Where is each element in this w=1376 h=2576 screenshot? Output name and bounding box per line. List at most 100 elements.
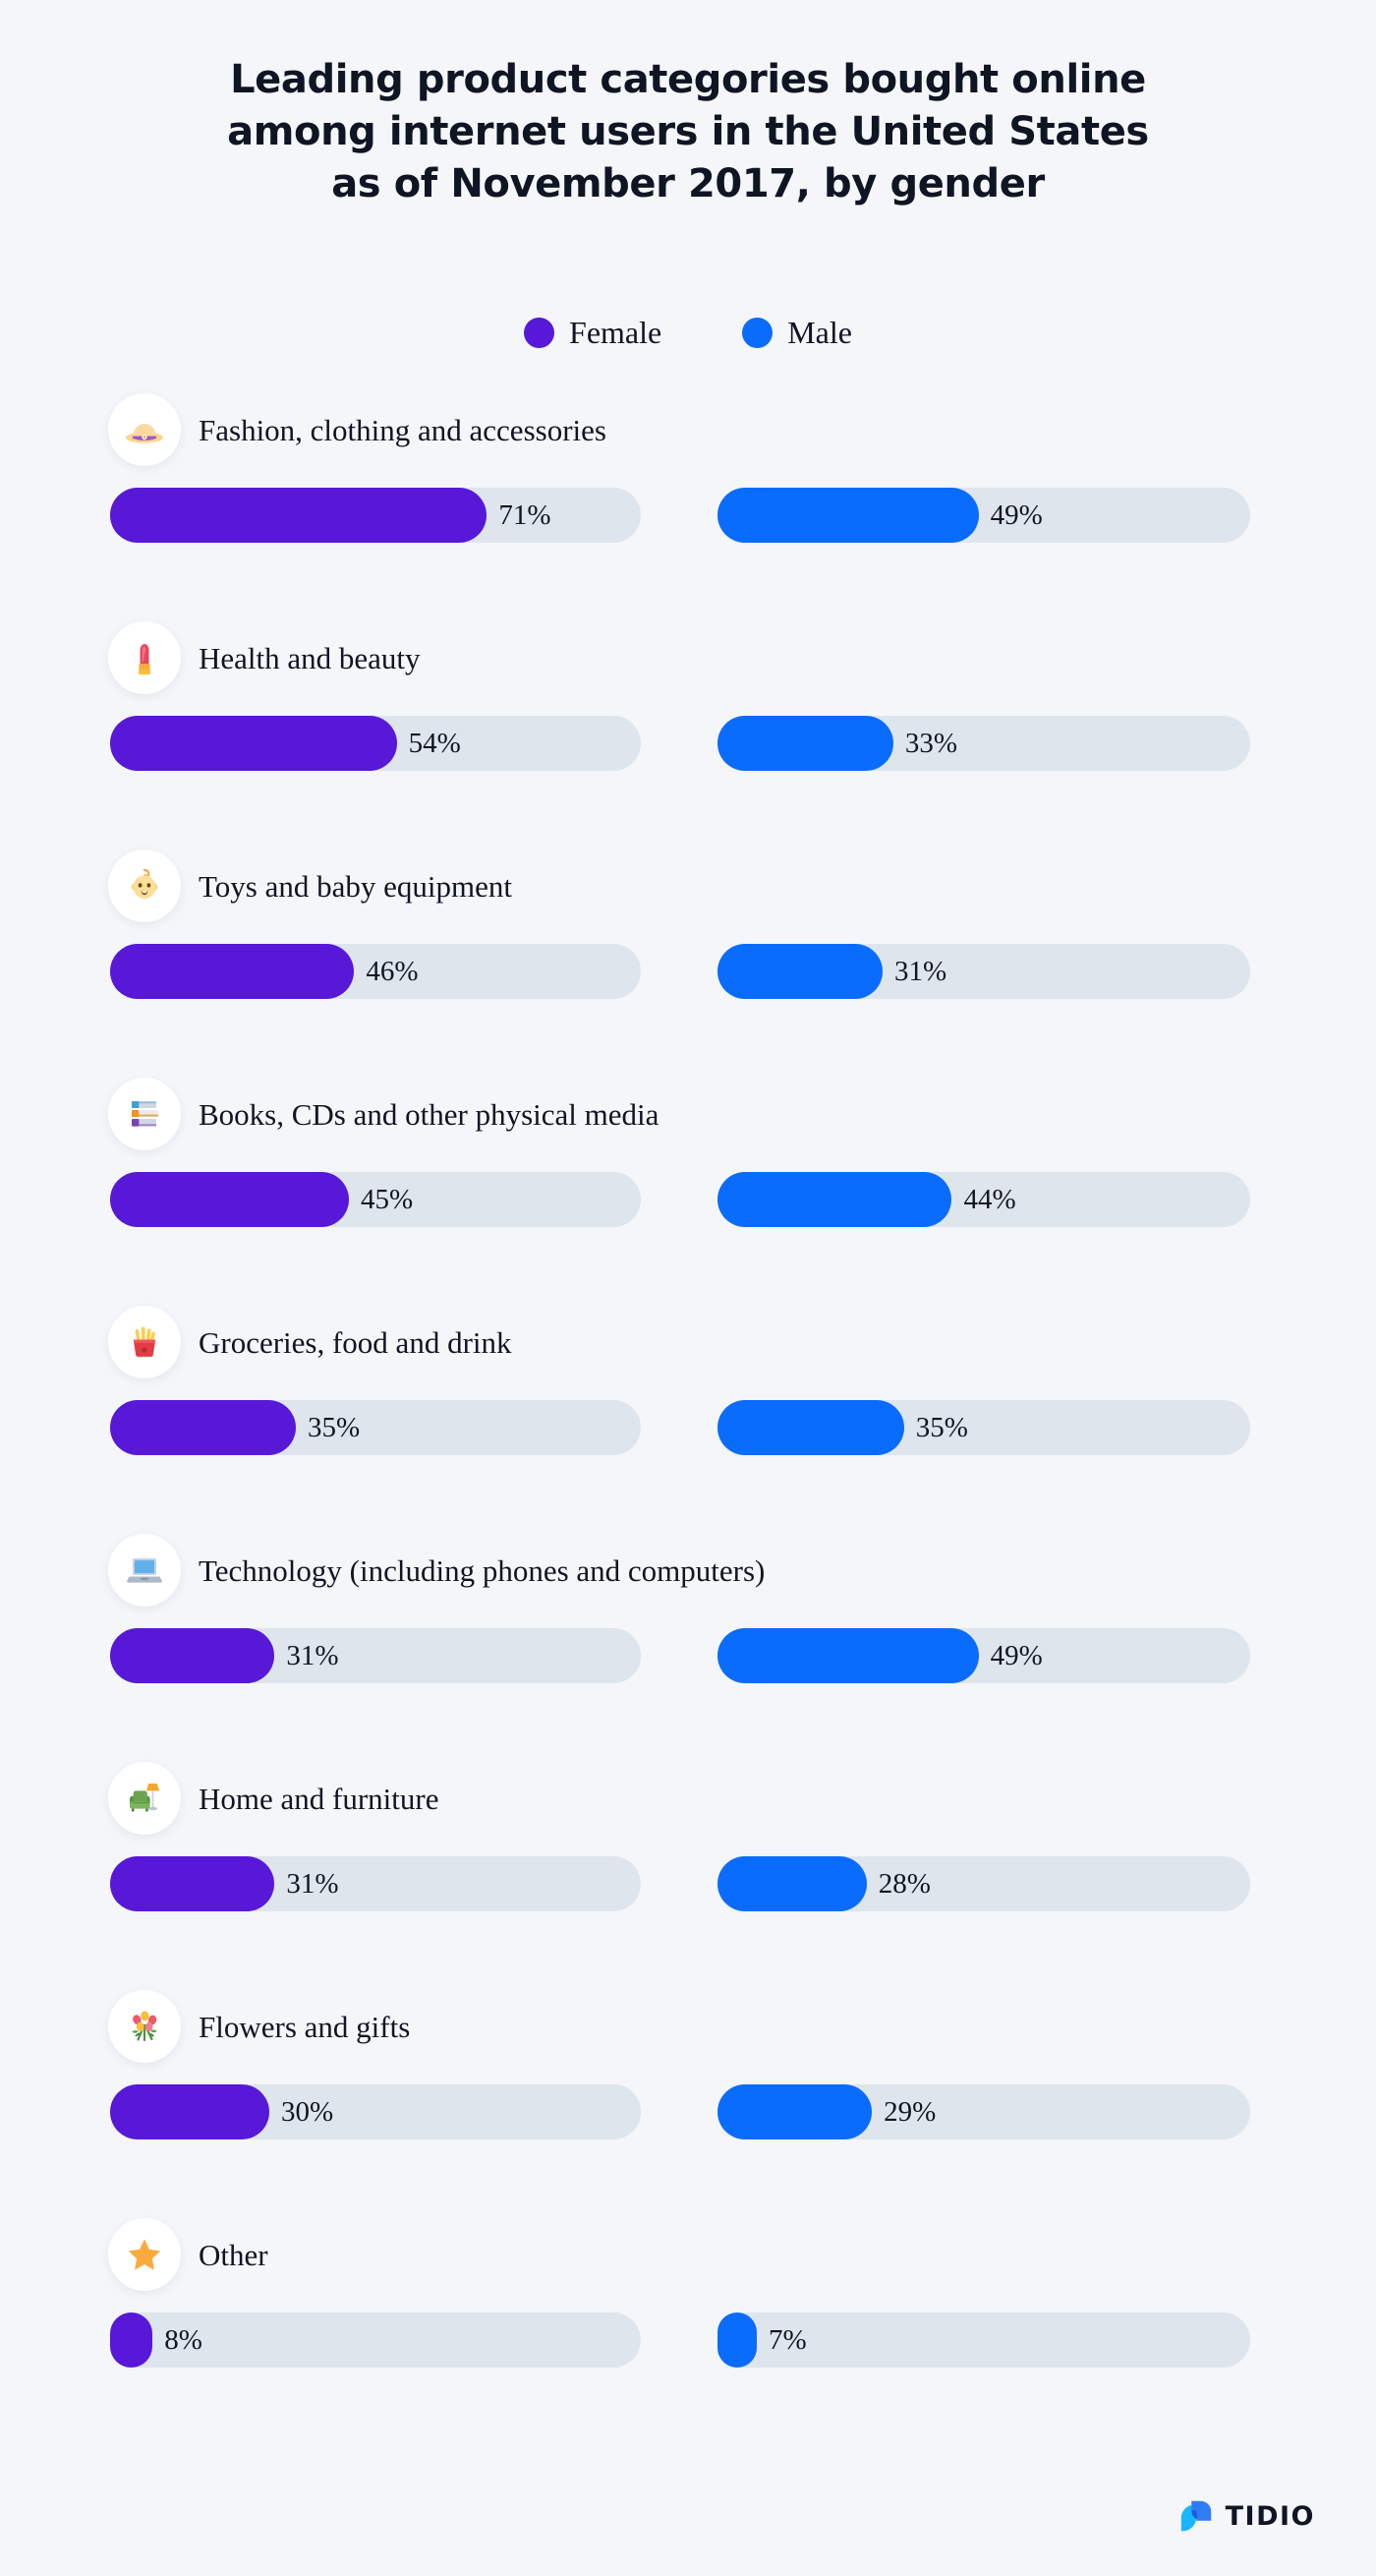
- bar-group: 8% 7%: [0, 2313, 1376, 2368]
- category-header: Home and furniture: [108, 1762, 438, 1835]
- baby-icon: [108, 849, 181, 922]
- female-bar-track: 71%: [110, 488, 641, 543]
- bar-group: 45% 44%: [0, 1172, 1376, 1227]
- male-bar-fill: [717, 1172, 952, 1227]
- male-bar-track: 33%: [717, 716, 1250, 771]
- category-row: Technology (including phones and compute…: [0, 1534, 1376, 1762]
- bouquet-icon: [108, 1990, 181, 2063]
- female-bar-fill: [110, 716, 397, 771]
- category-row: Books, CDs and other physical media 45% 44…: [0, 1078, 1376, 1306]
- infographic-canvas: Leading product categories bought online…: [0, 0, 1376, 2576]
- category-label: Toys and baby equipment: [199, 868, 512, 904]
- female-bar-value: 35%: [308, 1411, 361, 1443]
- female-bar-track: 45%: [110, 1172, 641, 1227]
- male-bar-fill: [717, 944, 884, 999]
- female-bar-fill: [110, 1400, 296, 1455]
- title-line-2: among internet users in the United State…: [227, 109, 1149, 155]
- male-bar-fill: [717, 1400, 904, 1455]
- female-bar-value: 45%: [361, 1183, 414, 1215]
- male-bar-track: 29%: [717, 2084, 1250, 2139]
- category-header: Flowers and gifts: [108, 1990, 410, 2063]
- male-bar-fill: [717, 1856, 867, 1911]
- female-bar-value: 71%: [498, 498, 551, 531]
- male-bar-value: 49%: [990, 498, 1043, 531]
- category-label: Flowers and gifts: [199, 2009, 411, 2044]
- bar-group: 54% 33%: [0, 716, 1376, 771]
- female-bar-fill: [110, 944, 355, 999]
- legend-label-female: Female: [569, 315, 662, 350]
- category-row: Fashion, clothing and accessories 71% 49%: [0, 393, 1376, 621]
- category-row: Groceries, food and drink 35% 35%: [0, 1306, 1376, 1534]
- category-header: Health and beauty: [108, 621, 421, 694]
- tidio-logo: TIDIO: [1177, 2497, 1315, 2535]
- bar-group: 46% 31%: [0, 944, 1376, 999]
- male-bar-value: 7%: [769, 2323, 807, 2356]
- female-bar-value: 31%: [286, 1639, 339, 1671]
- title-line-1: Leading product categories bought online: [230, 57, 1146, 102]
- bar-group: 30% 29%: [0, 2084, 1376, 2139]
- female-bar-fill: [110, 1856, 275, 1911]
- category-label: Groceries, food and drink: [199, 1324, 512, 1360]
- male-bar-track: 31%: [717, 944, 1250, 999]
- female-bar-track: 30%: [110, 2084, 641, 2139]
- legend-label-male: Male: [787, 315, 852, 350]
- category-header: Toys and baby equipment: [108, 849, 512, 922]
- female-bar-fill: [110, 1628, 275, 1683]
- male-bar-fill: [717, 488, 979, 543]
- category-row: Health and beauty 54% 33%: [0, 621, 1376, 849]
- category-header: Technology (including phones and compute…: [108, 1534, 765, 1607]
- category-header: Books, CDs and other physical media: [108, 1078, 659, 1150]
- male-bar-value: 28%: [878, 1867, 931, 1900]
- category-row: Toys and baby equipment 46% 31%: [0, 849, 1376, 1078]
- tidio-mark-icon: [1180, 2500, 1211, 2532]
- female-bar-fill: [110, 2084, 269, 2139]
- male-bar-fill: [717, 1628, 979, 1683]
- category-label: Health and beauty: [199, 640, 421, 675]
- female-bar-track: 31%: [110, 1628, 641, 1683]
- tidio-wordmark: TIDIO: [1225, 2500, 1315, 2532]
- category-row: Other 8% 7%: [0, 2218, 1376, 2415]
- male-bar-value: 29%: [884, 2095, 937, 2128]
- female-bar-value: 54%: [408, 727, 461, 759]
- title-line-3: as of November 2017, by gender: [331, 161, 1045, 207]
- category-label: Home and furniture: [199, 1781, 439, 1816]
- category-header: Other: [108, 2218, 268, 2291]
- female-bar-track: 35%: [110, 1400, 641, 1455]
- legend-item-female: Female: [524, 317, 661, 348]
- female-bar-fill: [110, 1172, 349, 1227]
- female-bar-fill: [110, 488, 487, 543]
- french-fries-icon: [108, 1306, 181, 1378]
- bar-group: 31% 28%: [0, 1856, 1376, 1911]
- male-bar-track: 44%: [717, 1172, 1250, 1227]
- category-label: Books, CDs and other physical media: [199, 1096, 659, 1132]
- circle-icon: [524, 317, 555, 348]
- male-bar-track: 28%: [717, 1856, 1250, 1911]
- legend-item-male: Male: [742, 317, 852, 348]
- category-row: Flowers and gifts 30% 29%: [0, 1990, 1376, 2218]
- male-bar-track: 35%: [717, 1400, 1250, 1455]
- sun-hat-icon: [108, 393, 181, 466]
- category-label: Technology (including phones and compute…: [199, 1552, 766, 1588]
- category-header: Fashion, clothing and accessories: [108, 393, 606, 466]
- couch-lamp-icon: [108, 1762, 181, 1835]
- page-title: Leading product categories bought online…: [0, 54, 1376, 211]
- bar-group: 31% 49%: [0, 1628, 1376, 1683]
- male-bar-fill: [717, 716, 893, 771]
- male-bar-track: 49%: [717, 1628, 1250, 1683]
- male-bar-value: 35%: [915, 1411, 968, 1443]
- bar-group: 71% 49%: [0, 488, 1376, 543]
- chart-legend: Female Male: [0, 317, 1376, 348]
- female-bar-track: 46%: [110, 944, 641, 999]
- books-icon: [108, 1078, 181, 1150]
- female-bar-track: 54%: [110, 716, 641, 771]
- female-bar-value: 8%: [164, 2323, 202, 2356]
- category-row: Home and furniture 31% 28%: [0, 1762, 1376, 1990]
- star-icon: [108, 2218, 181, 2291]
- male-bar-track: 49%: [717, 488, 1250, 543]
- female-bar-value: 46%: [366, 955, 419, 987]
- male-bar-track: 7%: [717, 2313, 1250, 2368]
- female-bar-fill: [110, 2313, 153, 2368]
- male-bar-value: 44%: [963, 1183, 1016, 1215]
- circle-icon: [742, 317, 774, 348]
- laptop-icon: [108, 1534, 181, 1607]
